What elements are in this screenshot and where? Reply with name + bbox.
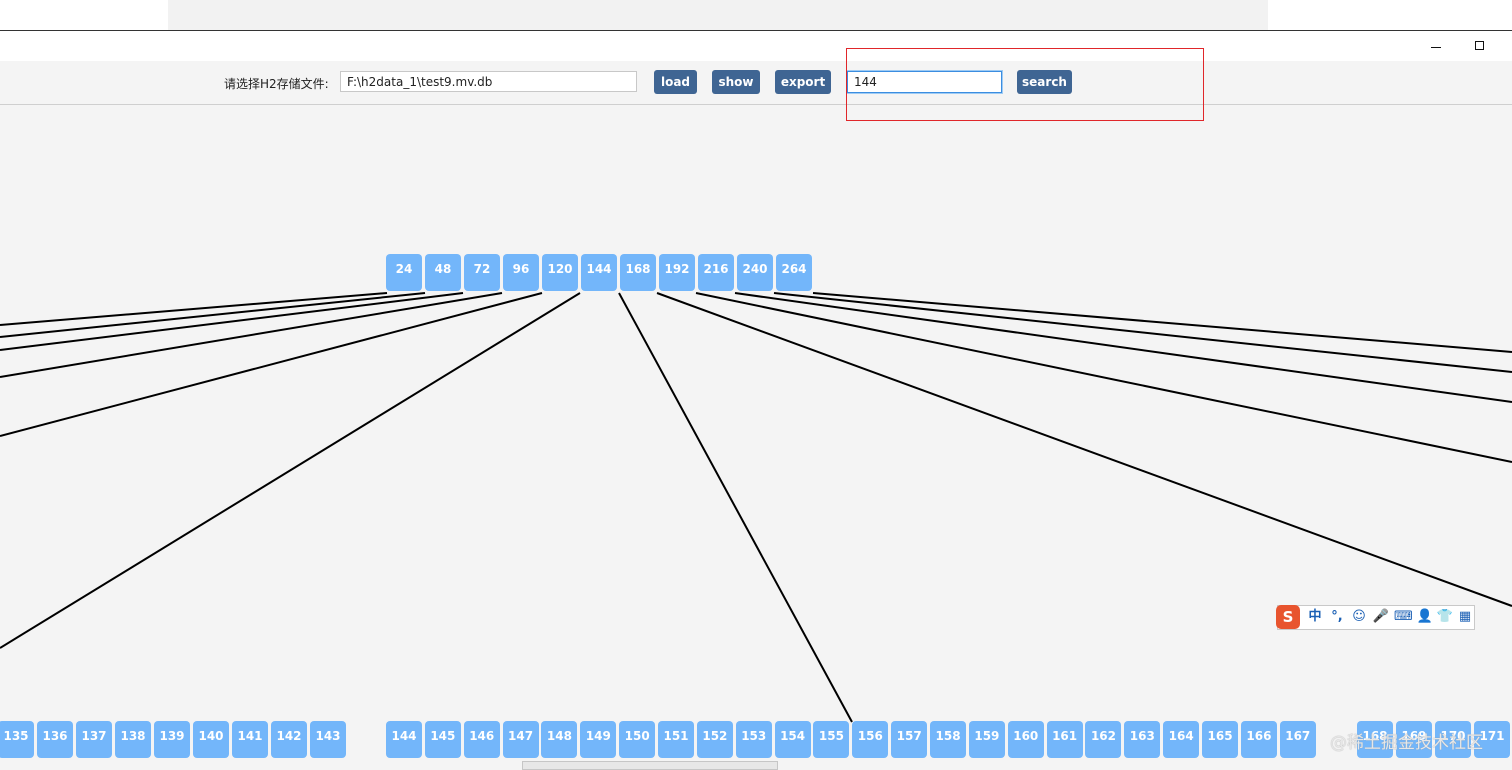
- ime-microphone-icon[interactable]: 🎤: [1372, 608, 1390, 626]
- tree-key[interactable]: 165: [1202, 721, 1239, 758]
- tree-key[interactable]: 135: [0, 721, 34, 758]
- ime-toolbar: S 中 °, ☺ 🎤 ⌨ 👤 👕 ▦: [1276, 605, 1475, 630]
- tree-key[interactable]: 168: [620, 254, 656, 291]
- tree-key[interactable]: 139: [154, 721, 190, 758]
- tree-key[interactable]: 164: [1163, 721, 1200, 758]
- tree-key[interactable]: 167: [1279, 721, 1316, 758]
- tree-key[interactable]: 153: [735, 721, 772, 758]
- tree-key[interactable]: 160: [1007, 721, 1044, 758]
- tree-key[interactable]: 144: [386, 721, 422, 758]
- horizontal-scrollbar[interactable]: [522, 761, 778, 770]
- ime-skin-icon[interactable]: 👕: [1436, 608, 1454, 626]
- tree-edge: [0, 292, 581, 649]
- ime-menu-icon[interactable]: ▦: [1456, 608, 1474, 626]
- tree-key[interactable]: 216: [698, 254, 734, 291]
- tree-key[interactable]: 48: [425, 254, 461, 291]
- tree-key[interactable]: 146: [463, 721, 500, 758]
- tree-edge: [0, 292, 543, 437]
- tree-key[interactable]: 159: [968, 721, 1005, 758]
- tree-edge: [0, 292, 503, 378]
- tree-key[interactable]: 143: [310, 721, 346, 758]
- tree-key[interactable]: 148: [541, 721, 578, 758]
- tree-key[interactable]: 145: [424, 721, 461, 758]
- tree-key[interactable]: 264: [776, 254, 812, 291]
- tree-key[interactable]: 96: [503, 254, 539, 291]
- ime-keyboard-icon[interactable]: ⌨: [1394, 608, 1413, 626]
- tree-key[interactable]: 156: [852, 721, 889, 758]
- tree-key[interactable]: 140: [193, 721, 229, 758]
- tree-key[interactable]: 157: [891, 721, 928, 758]
- tree-key[interactable]: 163: [1124, 721, 1161, 758]
- tree-key[interactable]: 155: [813, 721, 850, 758]
- tree-edge: [734, 292, 1512, 403]
- tree-key[interactable]: 149: [580, 721, 617, 758]
- tree-key[interactable]: 144: [581, 254, 617, 291]
- tree-key[interactable]: 151: [658, 721, 695, 758]
- tree-key[interactable]: 24: [386, 254, 422, 291]
- tree-edge: [0, 292, 426, 338]
- ime-punctuation-icon[interactable]: °,: [1328, 608, 1346, 626]
- tree-key[interactable]: 158: [930, 721, 967, 758]
- tree-key[interactable]: 136: [37, 721, 73, 758]
- tree-key[interactable]: 150: [619, 721, 656, 758]
- ime-user-icon[interactable]: 👤: [1416, 608, 1434, 626]
- tree-edge: [656, 292, 1512, 607]
- tree-key[interactable]: 166: [1240, 721, 1277, 758]
- tree-key[interactable]: 120: [542, 254, 578, 291]
- tree-key[interactable]: 154: [774, 721, 811, 758]
- tree-key[interactable]: 142: [271, 721, 307, 758]
- ime-emoji-icon[interactable]: ☺: [1350, 608, 1368, 626]
- tree-key[interactable]: 152: [696, 721, 733, 758]
- watermark: @稀土掘金技术社区: [1330, 733, 1483, 753]
- tree-key[interactable]: 161: [1046, 721, 1083, 758]
- tree-key[interactable]: 72: [464, 254, 500, 291]
- tree-edge: [618, 292, 853, 723]
- tree-edges: [0, 292, 1512, 723]
- tree-key[interactable]: 138: [115, 721, 151, 758]
- tree-key[interactable]: 192: [659, 254, 695, 291]
- tree-key[interactable]: 141: [232, 721, 268, 758]
- tree-edge: [812, 292, 1512, 353]
- tree-key[interactable]: 162: [1085, 721, 1122, 758]
- tree-key[interactable]: 137: [76, 721, 112, 758]
- sogou-logo-icon[interactable]: S: [1276, 605, 1300, 629]
- tree-key[interactable]: 240: [737, 254, 773, 291]
- tree-edge: [0, 292, 464, 351]
- ime-chinese-mode-icon[interactable]: 中: [1306, 608, 1324, 626]
- tree-key[interactable]: 147: [502, 721, 539, 758]
